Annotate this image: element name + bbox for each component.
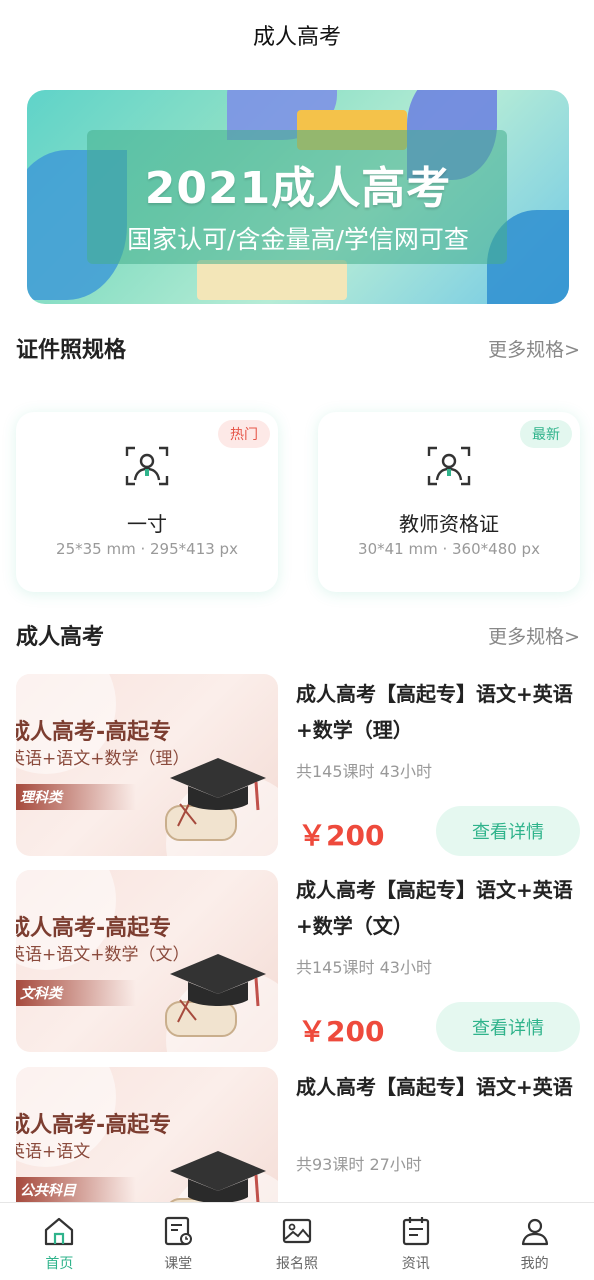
tab-label: 资讯 [401, 1256, 430, 1272]
thumbnail-title: 成人高考-高起专 [16, 916, 172, 941]
tab-label: 我的 [520, 1256, 549, 1272]
course-thumbnail[interactable]: 成人高考-高起专 英语+语文+数学（文） 文科类 [16, 870, 278, 1052]
course-item[interactable]: 成人高考-高起专 英语+语文+数学（理） 理科类 成人高考【高起专】语文+英语+… [16, 674, 580, 856]
photo-icon [282, 1218, 312, 1244]
classroom-icon [165, 1216, 193, 1246]
spec-name: 教师资格证 [399, 512, 499, 536]
course-more-link[interactable]: 更多规格> [488, 622, 580, 649]
bottom-tab-bar: 首页 课堂 报名照 资讯 我的 [0, 1202, 594, 1280]
portrait-scan-icon [427, 446, 471, 486]
course-title: 成人高考【高起专】语文+英语 [296, 1075, 573, 1099]
spec-dimensions: 25*35 mm · 295*413 px [56, 540, 238, 558]
new-tag: 最新 [520, 420, 572, 448]
thumbnail-category: 理科类 [16, 784, 136, 810]
thumbnail-title: 成人高考-高起专 [16, 1113, 172, 1138]
course-lessons: 共93课时 27小时 [296, 1155, 422, 1174]
page-title: 成人高考 [252, 25, 341, 50]
home-icon [45, 1217, 74, 1246]
course-lessons: 共145课时 43小时 [296, 958, 432, 977]
course-section-title: 成人高考 [16, 625, 105, 650]
view-details-button[interactable]: 查看详情 [436, 806, 580, 856]
spec-card[interactable]: 最新 教师资格证 30*41 mm · 360*480 px [318, 412, 580, 592]
hot-tag: 热门 [218, 420, 270, 448]
tab-label: 课堂 [164, 1256, 193, 1272]
course-item[interactable]: 成人高考-高起专 英语+语文+数学（文） 文科类 成人高考【高起专】语文+英语+… [16, 870, 580, 1052]
spec-dimensions: 30*41 mm · 360*480 px [358, 540, 540, 558]
spec-name: 一寸 [127, 512, 167, 536]
banner-subline: 国家认可/含金量高/学信网可查 [127, 225, 469, 254]
course-thumbnail[interactable]: 成人高考-高起专 英语+语文+数学（理） 理科类 [16, 674, 278, 856]
course-title: 成人高考【高起专】语文+英语+数学（理） [296, 682, 573, 742]
thumbnail-subtitle: 英语+语文 [16, 1142, 91, 1162]
banner-headline: 2021成人高考 [144, 163, 452, 214]
course-section-header: 成人高考 更多规格> [16, 619, 580, 651]
promo-banner[interactable]: 2021成人高考 国家认可/含金量高/学信网可查 [27, 90, 569, 304]
tab-label: 首页 [45, 1256, 74, 1272]
course-price: ￥200 [298, 1015, 385, 1048]
graduation-cap-icon [165, 758, 266, 841]
spec-section-title: 证件照规格 [16, 338, 127, 363]
profile-icon [521, 1218, 548, 1246]
tab-profile[interactable]: 我的 [475, 1203, 594, 1280]
spec-card[interactable]: 热门 一寸 25*35 mm · 295*413 px [16, 412, 278, 592]
tab-photo[interactable]: 报名照 [238, 1203, 357, 1280]
spec-more-link[interactable]: 更多规格> [488, 335, 580, 362]
tab-label: 报名照 [275, 1256, 318, 1272]
thumbnail-category: 文科类 [16, 980, 136, 1006]
news-icon [402, 1217, 429, 1246]
thumbnail-category: 公共科目 [16, 1177, 136, 1203]
course-lessons: 共145课时 43小时 [296, 762, 432, 781]
book-illustration [197, 260, 347, 300]
view-details-button[interactable]: 查看详情 [436, 1002, 580, 1052]
graduation-cap-icon [165, 954, 266, 1037]
tab-home[interactable]: 首页 [0, 1203, 119, 1280]
course-title: 成人高考【高起专】语文+英语+数学（文） [296, 878, 573, 938]
course-price: ￥200 [298, 819, 385, 852]
spec-section-header: 证件照规格 更多规格> [16, 332, 580, 364]
tab-classroom[interactable]: 课堂 [119, 1203, 238, 1280]
portrait-scan-icon [125, 446, 169, 486]
thumbnail-title: 成人高考-高起专 [16, 720, 172, 745]
tab-news[interactable]: 资讯 [356, 1203, 475, 1280]
top-bar: 成人高考 [0, 0, 594, 70]
